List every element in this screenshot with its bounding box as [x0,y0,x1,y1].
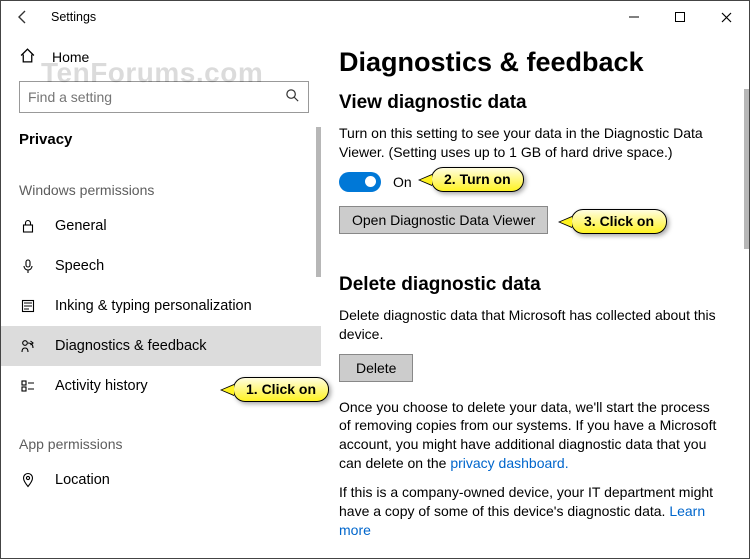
maximize-button[interactable] [657,1,703,33]
callout-2: 2. Turn on [431,167,524,192]
window-title: Settings [51,10,96,24]
location-icon [19,471,37,489]
view-data-toggle[interactable] [339,172,381,192]
privacy-dashboard-link[interactable]: privacy dashboard. [450,455,568,471]
sidebar-item-inking[interactable]: Inking & typing personalization [19,286,309,326]
back-button[interactable] [9,3,37,31]
sidebar-item-location[interactable]: Location [19,460,309,500]
toggle-state-label: On [393,174,412,190]
nav-label: General [55,218,107,234]
section-app-permissions: App permissions [19,428,309,460]
search-input[interactable] [28,89,279,105]
page-title: Diagnostics & feedback [339,47,725,78]
microphone-icon [19,257,37,275]
sidebar-item-diagnostics[interactable]: Diagnostics & feedback [1,326,321,366]
sidebar: Home Privacy Windows permissions General [1,33,321,558]
sidebar-item-general[interactable]: General [19,206,309,246]
nav-label: Activity history [55,378,148,394]
section-view-heading: View diagnostic data [339,92,725,114]
lock-icon [19,217,37,235]
search-icon [285,88,300,106]
section-delete-heading: Delete diagnostic data [339,274,725,296]
feedback-icon [19,337,37,355]
content-pane: Diagnostics & feedback View diagnostic d… [321,33,749,558]
nav-label: Location [55,472,110,488]
home-nav[interactable]: Home [19,37,309,77]
content-scrollbar[interactable] [744,89,749,249]
section-windows-permissions: Windows permissions [19,174,309,206]
delete-description: Delete diagnostic data that Microsoft ha… [339,306,719,344]
close-button[interactable] [703,1,749,33]
category-heading: Privacy [19,121,309,164]
view-description: Turn on this setting to see your data in… [339,124,719,162]
nav-label: Inking & typing personalization [55,298,252,314]
search-box[interactable] [19,81,309,113]
nav-label: Speech [55,258,104,274]
open-diagnostic-viewer-button[interactable]: Open Diagnostic Data Viewer [339,206,548,234]
home-label: Home [52,49,89,65]
window-controls [611,1,749,33]
home-icon [19,47,36,67]
sidebar-item-speech[interactable]: Speech [19,246,309,286]
titlebar: Settings [1,1,749,33]
minimize-button[interactable] [611,1,657,33]
company-device-text: If this is a company-owned device, your … [339,483,719,540]
delete-button[interactable]: Delete [339,354,413,382]
callout-1: 1. Click on [233,377,329,402]
activity-icon [19,377,37,395]
nav-label: Diagnostics & feedback [55,338,207,354]
inking-icon [19,297,37,315]
delete-after-text: Once you choose to delete your data, we'… [339,398,719,474]
callout-3: 3. Click on [571,209,667,234]
